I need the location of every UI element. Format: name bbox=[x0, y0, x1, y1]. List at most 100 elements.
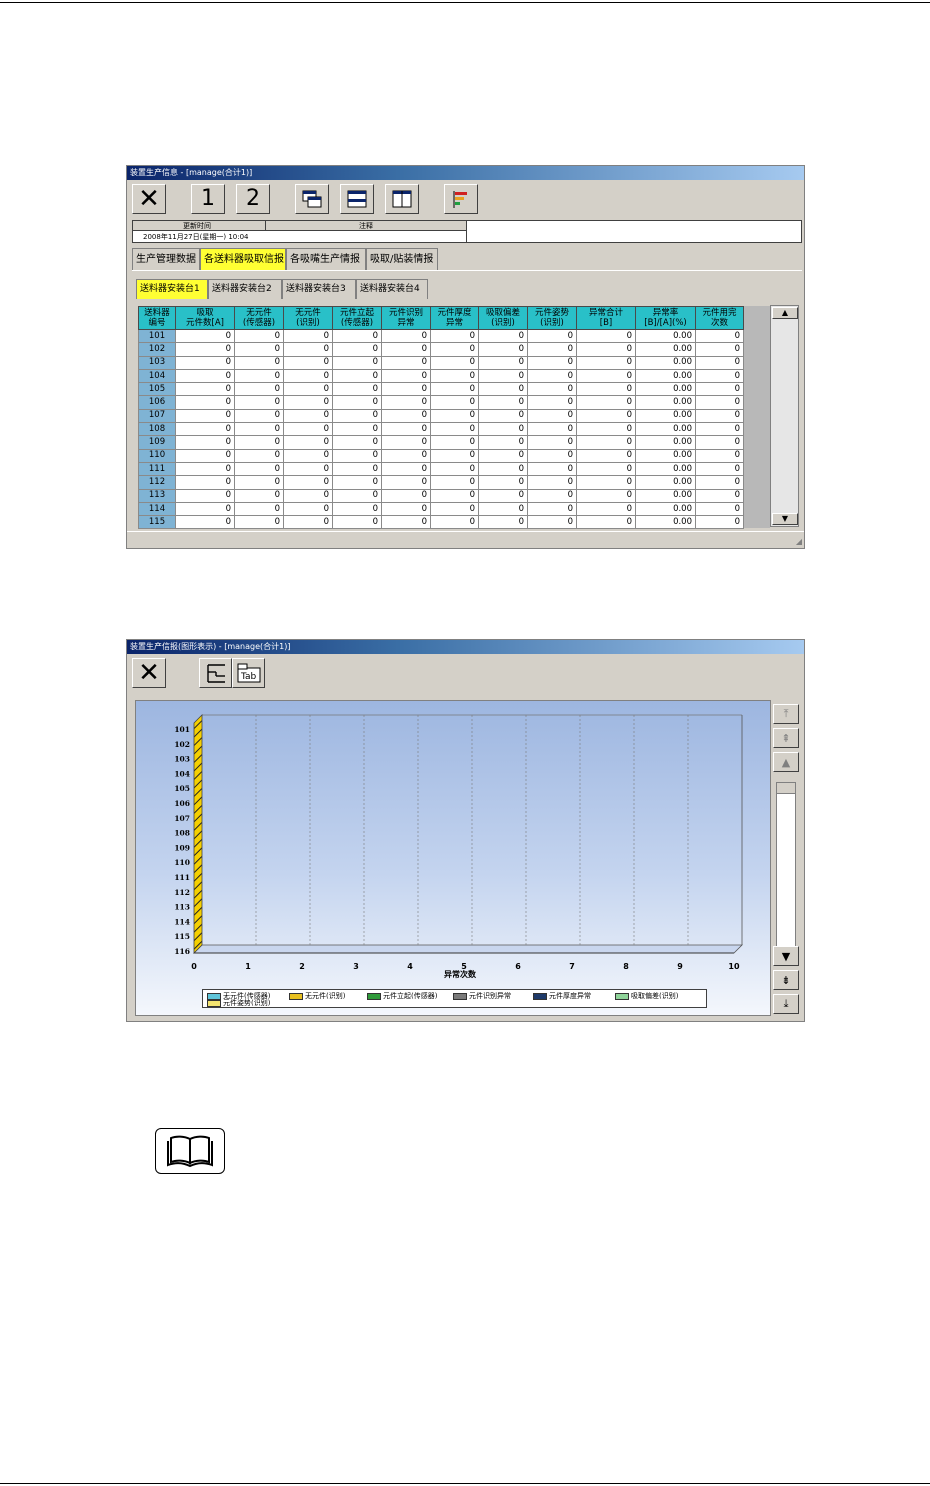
x-axis-title: 异常次数 bbox=[444, 969, 477, 979]
table-row[interactable]: 101 0 0 0 0 0 0 0 0 0 0.00 0 bbox=[138, 328, 744, 344]
table-cell: 0 bbox=[430, 355, 479, 370]
production-graph-window: 装置生产信报(图形表示) - [manage(合计1)] ✕ Tab 0 1 2 3 4… bbox=[126, 639, 805, 1022]
resize-grip-icon[interactable]: ◢ bbox=[796, 537, 802, 546]
scroll-up-button[interactable]: ▲ bbox=[772, 307, 798, 319]
table-row[interactable]: 104 0 0 0 0 0 0 0 0 0 0.00 0 bbox=[138, 368, 744, 384]
table-row[interactable]: 106 0 0 0 0 0 0 0 0 0 0.00 0 bbox=[138, 395, 744, 410]
table-cell: 0 bbox=[381, 355, 431, 370]
column-header-line: 元件数[A] bbox=[186, 318, 224, 328]
arrow-down-icon: ▼ bbox=[781, 514, 789, 523]
tree-view-button[interactable] bbox=[199, 658, 232, 688]
legend-item: 元件厚度异常 bbox=[533, 991, 591, 1001]
tile-horizontal-button[interactable] bbox=[340, 184, 374, 214]
scroll-down-button[interactable]: ▼ bbox=[773, 946, 799, 966]
table-cell: 0 bbox=[175, 448, 235, 463]
table-header-row: 送料器 编号 吸取 元件数[A] 无元件 (传感器) 无元件 (识别) 元件立起 (传感器) 元件识… bbox=[138, 306, 744, 330]
legend-swatch bbox=[533, 992, 547, 1000]
table-row[interactable]: 107 0 0 0 0 0 0 0 0 0 0.00 0 bbox=[138, 408, 744, 424]
chart-scroll-track[interactable] bbox=[776, 782, 796, 952]
table-cell: 0.00 bbox=[635, 515, 696, 530]
table-cell: 0 bbox=[234, 475, 284, 490]
feeder-number-cell: 112 bbox=[138, 475, 176, 490]
table-cell: 0 bbox=[695, 382, 744, 397]
scroll-up-button[interactable]: ▲ bbox=[773, 752, 799, 772]
table-cell: 0 bbox=[695, 342, 744, 357]
column-header-line: 异常合计 bbox=[588, 308, 623, 318]
subtab-feeder-station-2[interactable]: 送料器安装台2 bbox=[208, 279, 282, 299]
table-row[interactable]: 112 0 0 0 0 0 0 0 0 0 0.00 0 bbox=[138, 475, 744, 490]
chart-scroll-thumb[interactable] bbox=[777, 783, 795, 794]
table-cell: 0 bbox=[695, 408, 744, 424]
tile-vertical-button[interactable] bbox=[385, 184, 419, 214]
tab-4[interactable]: 吸取/贴装情报 bbox=[366, 248, 438, 270]
table-row[interactable]: 111 0 0 0 0 0 0 0 0 0 0.00 0 bbox=[138, 461, 744, 477]
column-header-line: 送料器 bbox=[144, 308, 170, 318]
bottom-rule bbox=[0, 1483, 930, 1484]
table-cell: 0 bbox=[478, 488, 528, 503]
table-cell: 0 bbox=[527, 408, 577, 424]
table-row[interactable]: 115 0 0 0 0 0 0 0 0 0 0.00 0 bbox=[138, 515, 744, 530]
table-cell: 0 bbox=[576, 422, 636, 437]
table-cell: 0 bbox=[478, 395, 528, 410]
table-cell: 0 bbox=[478, 368, 528, 384]
column-header: 无元件 (传感器) bbox=[234, 306, 284, 330]
table-row[interactable]: 102 0 0 0 0 0 0 0 0 0 0.00 0 bbox=[138, 342, 744, 357]
table-cell: 0 bbox=[478, 461, 528, 477]
table-cell: 0 bbox=[695, 435, 744, 450]
column-header-line: 元件识别 bbox=[388, 308, 423, 318]
close-button[interactable]: ✕ bbox=[132, 658, 166, 688]
table-cell: 0 bbox=[332, 328, 382, 344]
page-down-icon: ⇟ bbox=[781, 973, 791, 987]
page-down-button[interactable]: ⇟ bbox=[773, 970, 799, 990]
table-row[interactable]: 113 0 0 0 0 0 0 0 0 0 0.00 0 bbox=[138, 488, 744, 503]
table-cell: 0 bbox=[527, 448, 577, 463]
table-row[interactable]: 114 0 0 0 0 0 0 0 0 0 0.00 0 bbox=[138, 501, 744, 517]
table-cell: 0 bbox=[576, 461, 636, 477]
table-row[interactable]: 109 0 0 0 0 0 0 0 0 0 0.00 0 bbox=[138, 435, 744, 450]
tab-3[interactable]: 各吸嘴生产情报 bbox=[286, 248, 366, 270]
view-2-button[interactable]: 2 bbox=[236, 184, 270, 214]
table-cell: 0 bbox=[175, 355, 235, 370]
table-row[interactable]: 103 0 0 0 0 0 0 0 0 0 0.00 0 bbox=[138, 355, 744, 370]
y-tick-label: 110 bbox=[174, 858, 190, 867]
column-header-line: (识别) bbox=[540, 318, 564, 328]
table-cell: 0 bbox=[430, 408, 479, 424]
scroll-top-button[interactable]: ⤒ bbox=[773, 704, 799, 724]
table-cell: 0 bbox=[576, 408, 636, 424]
update-info-panel: 更新时间 注释 2008年11月27日(星期一) 10:04 bbox=[132, 220, 802, 243]
table-cell: 0 bbox=[381, 501, 431, 517]
table-cell: 0 bbox=[175, 368, 235, 384]
cascade-button[interactable] bbox=[295, 184, 329, 214]
subtab-feeder-station-1[interactable]: 送料器安装台1 bbox=[136, 279, 208, 299]
tab-2[interactable]: 各送料器吸取信报 bbox=[200, 248, 286, 270]
scroll-down-button[interactable]: ▼ bbox=[772, 513, 798, 525]
table-cell: 0 bbox=[283, 342, 333, 357]
tab-1[interactable]: 生产管理数据 bbox=[132, 248, 200, 270]
view-1-button[interactable]: 1 bbox=[191, 184, 225, 214]
table-cell: 0 bbox=[527, 368, 577, 384]
table-cell: 0 bbox=[478, 328, 528, 344]
table-vertical-scrollbar[interactable]: ▲ ▼ bbox=[770, 305, 799, 527]
table-cell: 0 bbox=[283, 368, 333, 384]
table-cell: 0 bbox=[430, 368, 479, 384]
table-cell: 0 bbox=[576, 328, 636, 344]
table-row[interactable]: 105 0 0 0 0 0 0 0 0 0 0.00 0 bbox=[138, 382, 744, 397]
y-tick-label: 113 bbox=[174, 903, 190, 912]
column-header: 元件用完 次数 bbox=[695, 306, 744, 330]
graph-view-button[interactable] bbox=[444, 184, 478, 214]
table-row[interactable]: 110 0 0 0 0 0 0 0 0 0 0.00 0 bbox=[138, 448, 744, 463]
tab-view-button[interactable]: Tab bbox=[232, 658, 265, 688]
scroll-bottom-button[interactable]: ⤓ bbox=[773, 994, 799, 1014]
subtab-feeder-station-4[interactable]: 送料器安装台4 bbox=[356, 279, 428, 299]
feeder-number-cell: 111 bbox=[138, 461, 176, 477]
table-row[interactable]: 108 0 0 0 0 0 0 0 0 0 0.00 0 bbox=[138, 422, 744, 437]
column-header-line: 异常 bbox=[397, 318, 415, 328]
table-cell: 0 bbox=[234, 515, 284, 530]
y-tick-label: 107 bbox=[174, 814, 190, 823]
close-button[interactable]: ✕ bbox=[132, 184, 166, 214]
page-up-button[interactable]: ⇞ bbox=[773, 728, 799, 748]
subtab-feeder-station-3[interactable]: 送料器安装台3 bbox=[282, 279, 356, 299]
legend-item: 元件姿势(识别) bbox=[207, 998, 270, 1008]
column-header-line: (传感器) bbox=[340, 318, 374, 328]
table-cell: 0 bbox=[576, 435, 636, 450]
